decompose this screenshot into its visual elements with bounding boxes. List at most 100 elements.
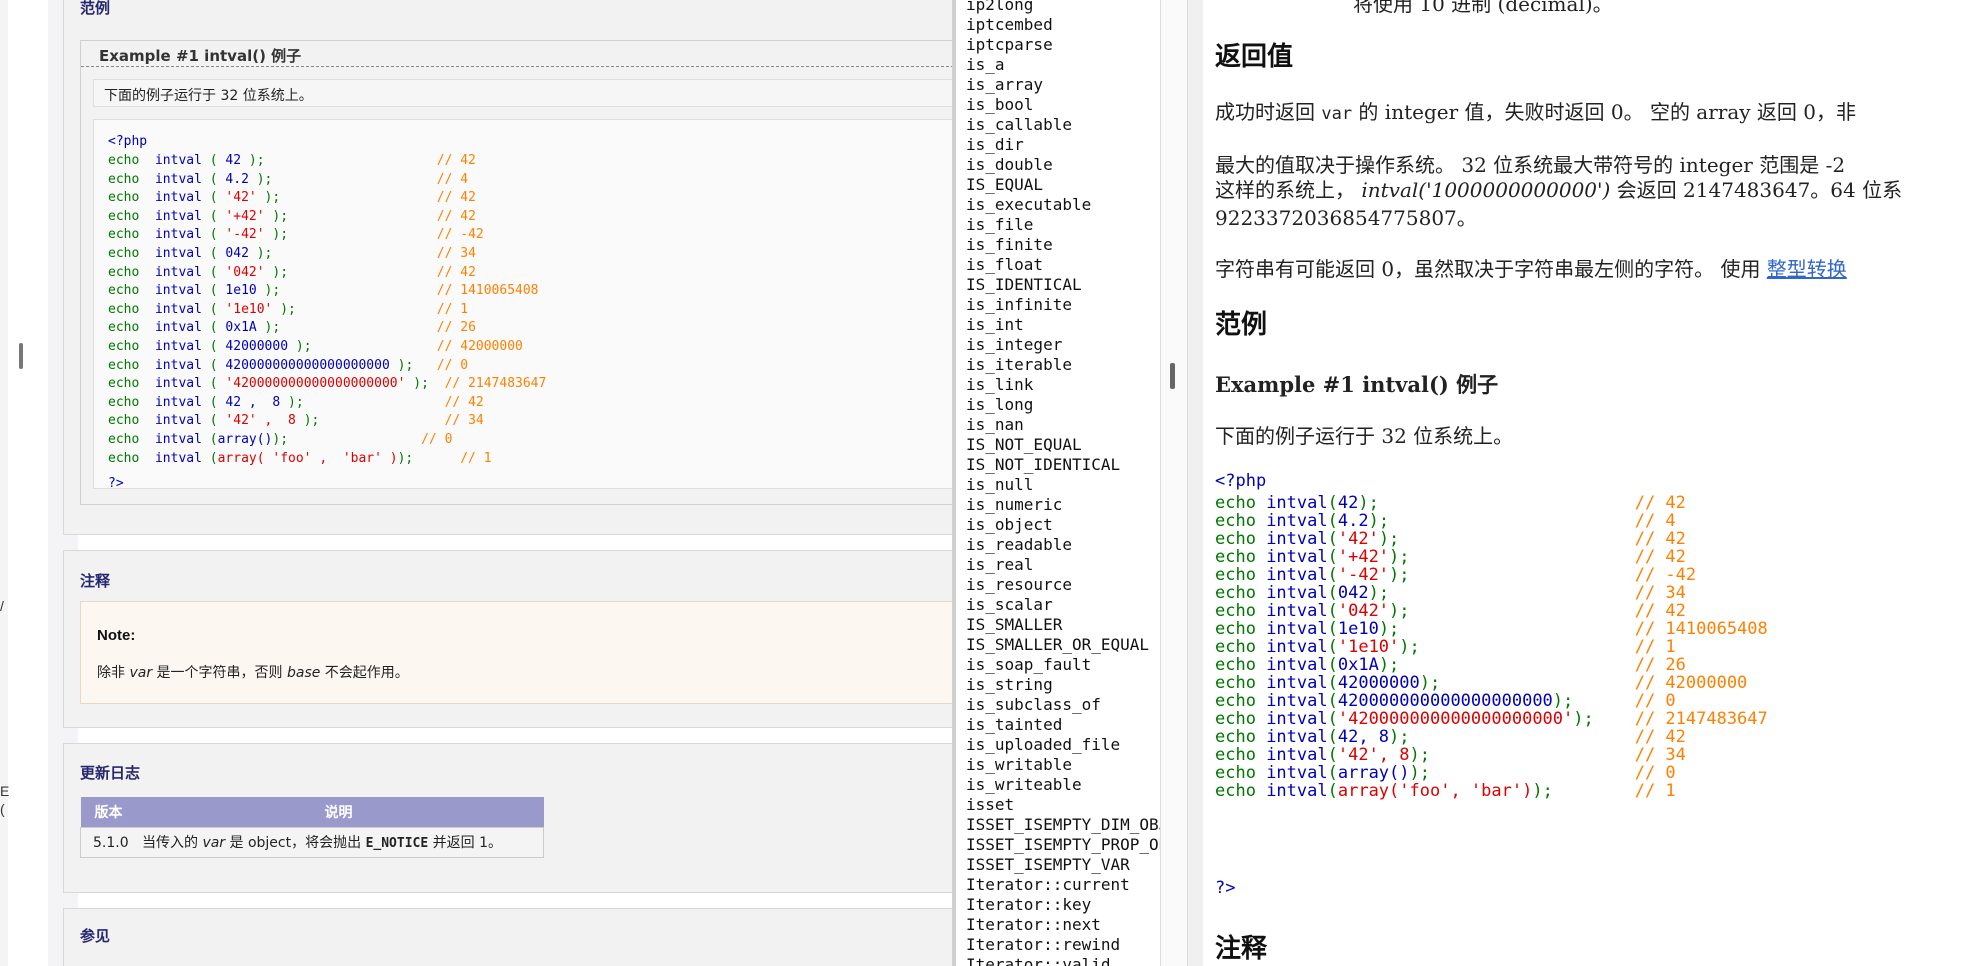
code-function: intval xyxy=(1266,781,1328,801)
function-index-item[interactable]: IS_NOT_IDENTICAL xyxy=(966,455,1160,475)
function-index-item[interactable]: Iterator::valid xyxy=(966,955,1160,966)
code-keyword: echo xyxy=(108,208,140,224)
function-index-item[interactable]: Iterator::current xyxy=(966,875,1160,895)
function-index-item[interactable]: is_finite xyxy=(966,235,1160,255)
function-index-item[interactable]: is_file xyxy=(966,215,1160,235)
function-index-item[interactable]: is_callable xyxy=(966,115,1160,135)
function-index-item[interactable]: is_float xyxy=(966,255,1160,275)
function-index-item[interactable]: is_string xyxy=(966,675,1160,695)
function-index-item[interactable]: is_real xyxy=(966,555,1160,575)
code-paren: ( xyxy=(201,301,226,317)
function-index-item[interactable]: is_array xyxy=(966,75,1160,95)
changelog-header-desc: 说明 xyxy=(310,797,544,827)
code-line: echo intval ( '-42' ); // -42 xyxy=(108,225,484,244)
code-argument: 420000000000000000000 xyxy=(225,357,390,373)
changelog-desc-part: 是 object，将会抛出 xyxy=(225,835,366,851)
code-comment: // 42 xyxy=(436,264,476,280)
code-argument: 042 xyxy=(225,246,249,261)
function-index-item[interactable]: is_object xyxy=(966,515,1160,535)
function-index-item[interactable]: ISSET_ISEMPTY_PROP_OBJ xyxy=(966,835,1160,855)
function-index-item[interactable]: is_infinite xyxy=(966,295,1160,315)
code-line: echo intval (array()); // 0 xyxy=(108,430,452,449)
gutter-text: ( xyxy=(0,801,5,817)
function-index-item[interactable]: IS_EQUAL xyxy=(966,175,1160,195)
code-line: echo intval ( '420000000000000000000' );… xyxy=(108,374,546,393)
code-comment: // 34 xyxy=(444,413,484,429)
code-paren: ); xyxy=(272,301,296,317)
function-index-item[interactable]: is_subclass_of xyxy=(966,695,1160,715)
function-index-item[interactable]: is_long xyxy=(966,395,1160,415)
function-index-item[interactable]: isset xyxy=(966,795,1160,815)
function-index-item[interactable]: is_numeric xyxy=(966,495,1160,515)
intval-example-expr: intval('1000000000000') xyxy=(1361,178,1611,202)
code-comment: // 42 xyxy=(444,394,484,410)
function-index-item[interactable]: is_bool xyxy=(966,95,1160,115)
function-index-item[interactable]: is_writeable xyxy=(966,775,1160,795)
function-index-item[interactable]: is_double xyxy=(966,155,1160,175)
left-scrollbar-thumb[interactable] xyxy=(19,343,23,369)
function-index-item[interactable]: iptcparse xyxy=(966,35,1160,55)
text-part: 字符串有可能返回 0，虽然取决于字符串最左侧的字符。 使用 xyxy=(1215,257,1767,281)
function-index-item[interactable]: is_scalar xyxy=(966,595,1160,615)
function-index-item[interactable]: is_uploaded_file xyxy=(966,735,1160,755)
code-paren: ( xyxy=(1327,781,1338,801)
function-index-item[interactable]: IS_IDENTICAL xyxy=(966,275,1160,295)
function-index-item[interactable]: IS_SMALLER xyxy=(966,615,1160,635)
function-index-item[interactable]: ISSET_ISEMPTY_DIM_OBJ xyxy=(966,815,1160,835)
function-index-item[interactable]: is_integer xyxy=(966,335,1160,355)
seealso-heading: 参见 xyxy=(80,927,111,945)
code-comment: // 42000000 xyxy=(436,339,523,354)
code-keyword: echo xyxy=(108,357,140,373)
function-index-item[interactable]: ISSET_ISEMPTY_VAR xyxy=(966,855,1160,875)
function-index-item[interactable]: is_link xyxy=(966,375,1160,395)
code-padding xyxy=(280,283,437,298)
changelog-param-var: var xyxy=(202,835,226,851)
function-index-item[interactable]: iptcembed xyxy=(966,15,1160,35)
seealso-section xyxy=(63,908,952,966)
code-padding xyxy=(304,395,445,410)
code-argument: '1e10' xyxy=(225,301,273,317)
function-index-item[interactable]: IS_NOT_EQUAL xyxy=(966,435,1160,455)
gutter-text: E xyxy=(0,783,10,799)
return-paragraph-2-line-2: 这样的系统上， intval('1000000000000') 会返回 2147… xyxy=(1215,174,1902,203)
function-index-item[interactable]: is_readable xyxy=(966,535,1160,555)
left-gutter xyxy=(0,0,8,966)
function-index-item[interactable]: ip2long xyxy=(966,0,1160,15)
code-line: echo intval (array( 'foo' , 'bar' )); //… xyxy=(108,449,492,468)
changelog-cell: 5.1.0 当传入的 var 是 object，将会抛出 E_NOTICE 并返… xyxy=(80,826,544,858)
right-pane-separator xyxy=(1188,0,1203,966)
function-index-item[interactable]: Iterator::rewind xyxy=(966,935,1160,955)
code-paren: ( xyxy=(201,339,226,354)
function-index-item[interactable]: IS_SMALLER_OR_EQUAL xyxy=(966,635,1160,655)
code-paren: ); xyxy=(256,320,281,336)
code-function: intval xyxy=(154,394,202,410)
code-paren: ); xyxy=(280,394,304,410)
code-function: intval xyxy=(154,283,202,299)
code-paren: ( xyxy=(201,171,226,187)
function-index-item[interactable]: is_writable xyxy=(966,755,1160,775)
code-function: intval xyxy=(154,339,202,354)
code-comment: // -42 xyxy=(436,227,484,243)
pane-divider[interactable] xyxy=(1160,0,1188,966)
function-index-item[interactable]: is_dir xyxy=(966,135,1160,155)
integer-casting-link[interactable]: 整型转换 xyxy=(1767,257,1847,281)
left-browser-pane: / E ( 范例 Example #1 intval() 例子 下面的例子运行于… xyxy=(0,0,952,966)
code-keyword: echo xyxy=(108,171,140,187)
middle-scrollbar-thumb[interactable] xyxy=(1170,363,1175,389)
function-index-item[interactable]: Iterator::key xyxy=(966,895,1160,915)
code-keyword: echo xyxy=(108,413,140,429)
function-index-item[interactable]: is_int xyxy=(966,315,1160,335)
function-index-item[interactable]: is_tainted xyxy=(966,715,1160,735)
function-index-item[interactable]: is_resource xyxy=(966,575,1160,595)
function-index-item[interactable]: is_null xyxy=(966,475,1160,495)
code-paren: ); xyxy=(248,246,273,261)
function-index-item[interactable]: is_a xyxy=(966,55,1160,75)
example-title-bar: Example #1 intval() 例子 xyxy=(81,41,952,67)
function-index-item[interactable]: is_nan xyxy=(966,415,1160,435)
function-index-item[interactable]: is_executable xyxy=(966,195,1160,215)
code-line: echo intval ( 420000000000000000000 ); /… xyxy=(108,356,468,375)
notes-heading: 注释 xyxy=(1215,934,1268,964)
function-index-item[interactable]: is_iterable xyxy=(966,355,1160,375)
function-index-item[interactable]: Iterator::next xyxy=(966,915,1160,935)
function-index-item[interactable]: is_soap_fault xyxy=(966,655,1160,675)
